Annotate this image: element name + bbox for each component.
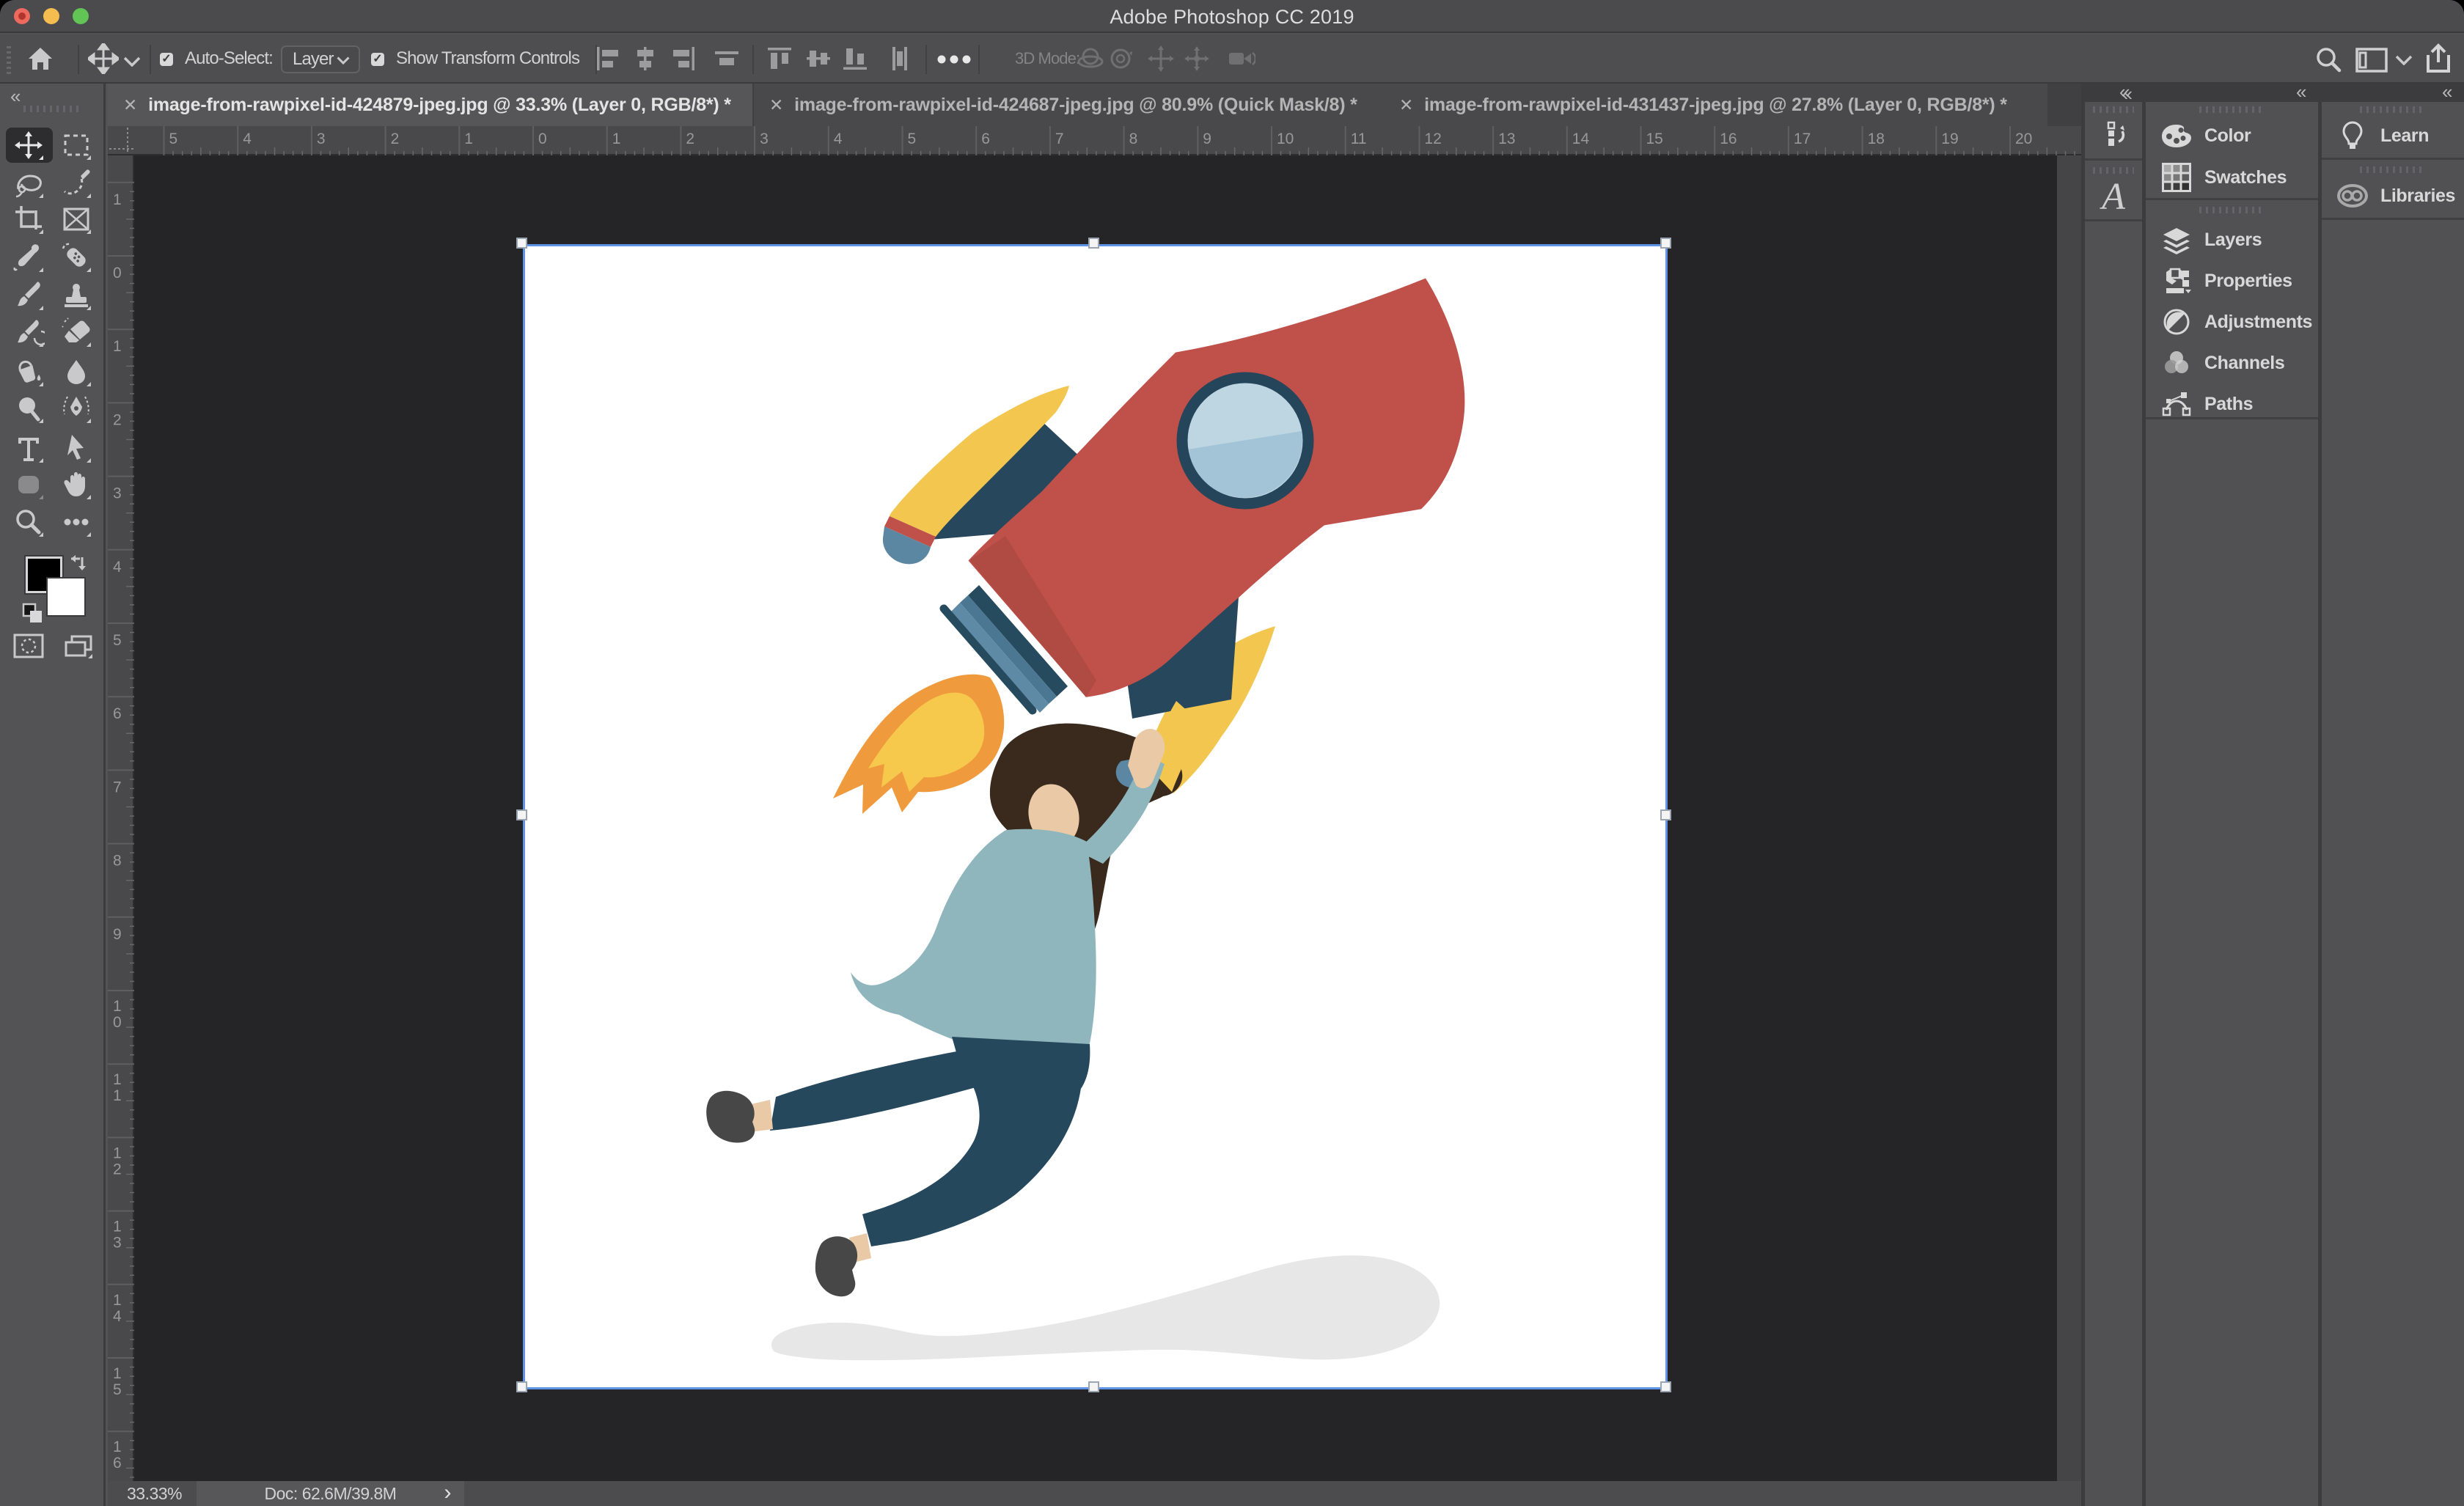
svg-text:1: 1 xyxy=(113,1292,122,1309)
svg-text:1: 1 xyxy=(113,998,122,1015)
svg-text:13: 13 xyxy=(1498,131,1515,147)
svg-text:1: 1 xyxy=(113,191,122,208)
svg-text:9: 9 xyxy=(113,926,122,943)
svg-text:2: 2 xyxy=(391,131,400,147)
svg-text:3: 3 xyxy=(317,131,326,147)
svg-text:10: 10 xyxy=(1277,131,1294,147)
svg-text:3: 3 xyxy=(760,131,769,147)
svg-text:1: 1 xyxy=(113,1145,122,1161)
svg-text:1: 1 xyxy=(612,131,621,147)
svg-text:6: 6 xyxy=(113,705,122,722)
svg-text:8: 8 xyxy=(113,853,122,870)
svg-text:1: 1 xyxy=(113,1365,122,1382)
svg-text:12: 12 xyxy=(1424,131,1441,147)
svg-text:3: 3 xyxy=(113,1235,122,1252)
svg-text:6: 6 xyxy=(981,131,990,147)
svg-text:0: 0 xyxy=(113,1014,122,1031)
svg-text:4: 4 xyxy=(834,131,843,147)
svg-text:6: 6 xyxy=(113,1455,122,1472)
svg-text:5: 5 xyxy=(169,131,178,147)
svg-text:1: 1 xyxy=(113,1219,122,1235)
svg-text:4: 4 xyxy=(113,1308,122,1325)
svg-text:8: 8 xyxy=(1129,131,1138,147)
svg-text:1: 1 xyxy=(113,338,122,355)
svg-text:1: 1 xyxy=(113,1071,122,1088)
svg-text:4: 4 xyxy=(113,559,122,576)
svg-text:5: 5 xyxy=(113,632,122,649)
svg-text:7: 7 xyxy=(1055,131,1064,147)
svg-text:2: 2 xyxy=(113,411,122,428)
svg-text:11: 11 xyxy=(1351,131,1367,147)
svg-text:2: 2 xyxy=(686,131,694,147)
svg-text:1: 1 xyxy=(113,1087,122,1104)
svg-text:7: 7 xyxy=(113,779,122,796)
svg-text:4: 4 xyxy=(243,131,252,147)
svg-text:9: 9 xyxy=(1203,131,1211,147)
svg-text:5: 5 xyxy=(113,1381,122,1398)
svg-text:16: 16 xyxy=(1720,131,1737,147)
svg-text:18: 18 xyxy=(1868,131,1885,147)
svg-text:14: 14 xyxy=(1572,131,1590,147)
svg-text:20: 20 xyxy=(2015,131,2032,147)
svg-text:2: 2 xyxy=(113,1161,122,1178)
svg-text:1: 1 xyxy=(113,1439,122,1455)
svg-text:1: 1 xyxy=(464,131,473,147)
svg-text:5: 5 xyxy=(908,131,917,147)
svg-text:0: 0 xyxy=(538,131,547,147)
svg-text:19: 19 xyxy=(1941,131,1958,147)
svg-text:3: 3 xyxy=(113,485,122,502)
svg-text:15: 15 xyxy=(1646,131,1663,147)
svg-text:0: 0 xyxy=(113,265,122,282)
svg-text:17: 17 xyxy=(1794,131,1811,147)
